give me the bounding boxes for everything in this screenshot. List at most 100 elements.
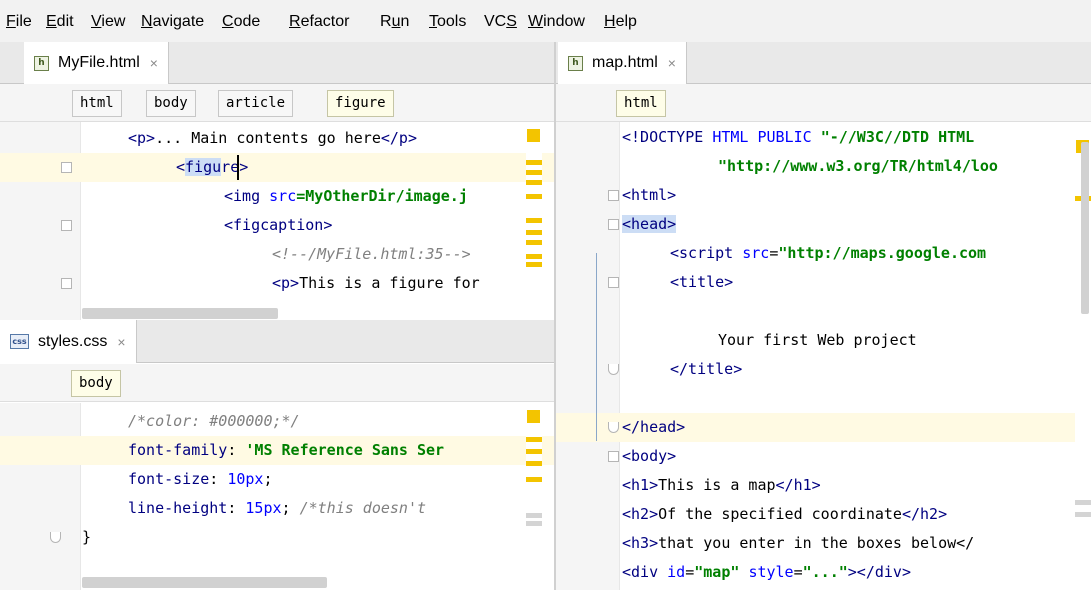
fold-marker-icon[interactable] — [61, 220, 72, 231]
stripe-mark[interactable] — [526, 449, 542, 454]
stripe-mark[interactable] — [1075, 512, 1091, 517]
code-token: "..." — [802, 563, 848, 581]
code-token: /*this doesn't — [299, 499, 427, 517]
stripe-mark[interactable] — [526, 240, 542, 245]
error-stripe[interactable] — [526, 122, 542, 320]
fold-marker-icon[interactable] — [608, 219, 619, 230]
code-token: /*color: #000000;*/ — [128, 412, 300, 430]
stripe-mark[interactable] — [526, 513, 542, 518]
horizontal-scrollbar[interactable] — [82, 308, 278, 319]
stripe-mark[interactable] — [526, 477, 542, 482]
stripe-mark[interactable] — [526, 262, 542, 267]
code-text: <p>This is a figure for — [272, 269, 480, 298]
map-editor-pane: h map.html × html <!DOCTYPE HTML PUBLIC … — [556, 42, 1091, 590]
breadcrumb-item-body[interactable]: body — [146, 90, 196, 117]
fold-marker-icon[interactable] — [61, 278, 72, 289]
code-token: <figcaption> — [224, 216, 333, 234]
code-token: that you enter in the boxes below</ — [658, 534, 975, 552]
close-icon[interactable]: × — [117, 334, 125, 350]
warning-indicator-icon[interactable] — [527, 410, 540, 423]
fold-marker-icon[interactable] — [608, 422, 619, 433]
fold-marker-icon[interactable] — [61, 162, 72, 173]
error-stripe[interactable] — [526, 403, 542, 590]
menu-item[interactable]: Code — [222, 13, 260, 31]
code-editor[interactable]: <!DOCTYPE HTML PUBLIC "-//W3C//DTD HTML "… — [556, 122, 1091, 590]
menu-label-post: ools — [437, 13, 467, 30]
fold-marker-icon[interactable] — [608, 190, 619, 201]
code-token: : — [227, 441, 246, 459]
code-token: src — [269, 187, 297, 205]
menu-label-post: avigate — [152, 13, 205, 30]
stripe-mark[interactable] — [526, 160, 542, 165]
tab-myfile-html[interactable]: h MyFile.html × — [24, 42, 169, 84]
tab-styles-css[interactable]: css styles.css × — [0, 320, 137, 363]
tab-map-html[interactable]: h map.html × — [558, 42, 687, 84]
code-token: ></div> — [847, 563, 911, 581]
fold-marker-icon[interactable] — [608, 364, 619, 375]
code-token: < — [176, 158, 186, 176]
menu-item[interactable]: VCS — [484, 13, 517, 31]
menu-item[interactable]: Window — [528, 13, 585, 31]
code-token: </h2> — [901, 505, 948, 523]
code-token: } — [82, 528, 92, 546]
fold-marker-icon[interactable] — [50, 532, 61, 543]
code-text: <head> — [622, 210, 677, 239]
breadcrumb-item-body[interactable]: body — [71, 370, 121, 397]
code-text: </head> — [622, 413, 685, 442]
code-line: <figure> — [0, 153, 554, 182]
menu-mnemonic: F — [6, 13, 16, 30]
warning-indicator-icon[interactable] — [527, 129, 540, 142]
stripe-mark[interactable] — [526, 218, 542, 223]
code-line: <img src=MyOtherDir/image.j — [0, 182, 554, 211]
code-token: HTML PUBLIC — [712, 128, 821, 146]
menu-item[interactable]: Help — [604, 13, 637, 31]
code-token: <body> — [622, 447, 677, 465]
code-token: font-size — [128, 470, 210, 488]
stripe-mark[interactable] — [526, 230, 542, 235]
stripe-mark[interactable] — [526, 170, 542, 175]
stripe-mark[interactable] — [526, 254, 542, 259]
menu-mnemonic: S — [506, 13, 517, 30]
stripe-mark[interactable] — [526, 461, 542, 466]
code-editor[interactable]: /*color: #000000;*/ font-family: 'MS Refe… — [0, 403, 554, 590]
code-line: <body> — [556, 442, 1091, 471]
code-token: figu — [185, 158, 222, 176]
stripe-mark[interactable] — [526, 437, 542, 442]
breadcrumb-item-html[interactable]: html — [616, 90, 666, 117]
breadcrumb: body — [0, 364, 554, 402]
stripe-mark[interactable] — [526, 180, 542, 185]
code-editor[interactable]: <p>... Main contents go here</p> <figure>… — [0, 122, 554, 320]
code-line: } — [0, 523, 554, 552]
close-icon[interactable]: × — [668, 55, 676, 71]
stripe-mark[interactable] — [526, 521, 542, 526]
close-icon[interactable]: × — [150, 55, 158, 71]
code-token: ; — [263, 470, 273, 488]
menu-item[interactable]: View — [91, 13, 125, 31]
breadcrumb-item-figure[interactable]: figure — [327, 90, 394, 117]
breadcrumb-item-html[interactable]: html — [72, 90, 122, 117]
breadcrumb-item-article[interactable]: article — [218, 90, 294, 117]
stripe-mark[interactable] — [526, 194, 542, 199]
menu-item[interactable]: Edit — [46, 13, 74, 31]
vertical-scrollbar[interactable] — [1081, 142, 1089, 314]
menu-item[interactable]: Run — [380, 13, 409, 31]
fold-marker-icon[interactable] — [608, 277, 619, 288]
code-text: Your first Web project — [718, 326, 917, 355]
code-token: This is a figure for — [299, 274, 480, 292]
menu-item[interactable]: Navigate — [141, 13, 204, 31]
html-file-icon: h — [568, 55, 583, 71]
menu-label-post: efactor — [300, 13, 350, 30]
code-line: <h1>This is a map</h1> — [556, 471, 1091, 500]
code-token: 'MS Reference Sans Ser — [245, 441, 445, 459]
code-line: <figcaption> — [0, 211, 554, 240]
editor-tabstrip: css styles.css × — [0, 320, 554, 363]
menu-item[interactable]: Refactor — [289, 13, 349, 31]
code-line: </head> — [556, 413, 1091, 442]
fold-marker-icon[interactable] — [608, 451, 619, 462]
menu-bar: File Edit View Navigate Code Refactor Run Tools… — [0, 0, 1091, 42]
menu-item[interactable]: Tools — [429, 13, 466, 31]
menu-item[interactable]: File — [6, 13, 32, 31]
stripe-mark[interactable] — [1075, 500, 1091, 505]
horizontal-scrollbar[interactable] — [82, 577, 327, 588]
